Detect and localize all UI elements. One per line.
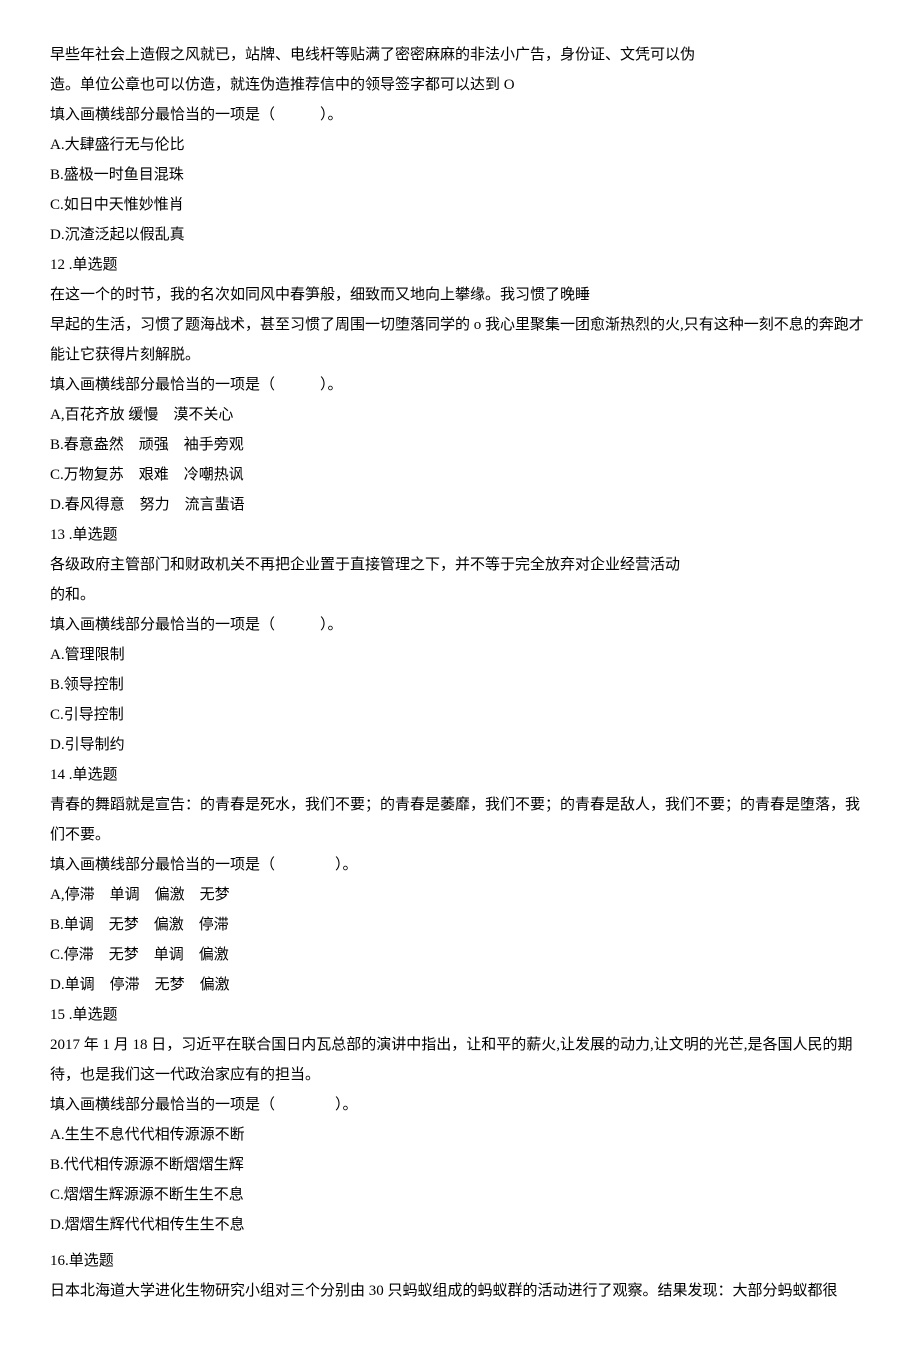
text-line: 的和。 [50, 580, 870, 610]
text-line: D.熠熠生辉代代相传生生不息 [50, 1210, 870, 1240]
text-line: C.万物复苏 艰难 冷嘲热讽 [50, 460, 870, 490]
text-line: 13 .单选题 [50, 520, 870, 550]
document-content: 早些年社会上造假之风就已，站牌、电线杆等贴满了密密麻麻的非法小广告，身份证、文凭… [50, 40, 870, 1306]
text-line: A,停滞 单调 偏激 无梦 [50, 880, 870, 910]
text-line: C.如日中天惟妙惟肖 [50, 190, 870, 220]
text-line: 在这一个的时节，我的名次如同风中春笋般，细致而又地向上攀缘。我习惯了晚睡 [50, 280, 870, 310]
text-line: 填入画横线部分最恰当的一项是（ ）。 [50, 610, 870, 640]
text-line: 填入画横线部分最恰当的一项是（ ）。 [50, 1090, 870, 1120]
text-line: D.春风得意 努力 流言蜚语 [50, 490, 870, 520]
text-line: 填入画横线部分最恰当的一项是（ ）。 [50, 100, 870, 130]
text-line: 早起的生活，习惯了题海战术，甚至习惯了周围一切堕落同学的 o 我心里聚集一团愈渐… [50, 310, 870, 370]
text-line: A.大肆盛行无与伦比 [50, 130, 870, 160]
text-line: D.沉渣泛起以假乱真 [50, 220, 870, 250]
text-line: 12 .单选题 [50, 250, 870, 280]
text-line: 15 .单选题 [50, 1000, 870, 1030]
text-line: 早些年社会上造假之风就已，站牌、电线杆等贴满了密密麻麻的非法小广告，身份证、文凭… [50, 40, 870, 70]
text-line: C.熠熠生辉源源不断生生不息 [50, 1180, 870, 1210]
text-line: 日本北海道大学进化生物研究小组对三个分别由 30 只蚂蚁组成的蚂蚁群的活动进行了… [50, 1276, 870, 1306]
text-line: 14 .单选题 [50, 760, 870, 790]
text-line: B.春意盎然 顽强 袖手旁观 [50, 430, 870, 460]
text-line: 2017 年 1 月 18 日，习近平在联合国日内瓦总部的演讲中指出，让和平的薪… [50, 1030, 870, 1090]
text-line: B.领导控制 [50, 670, 870, 700]
text-line: 各级政府主管部门和财政机关不再把企业置于直接管理之下，并不等于完全放弃对企业经营… [50, 550, 870, 580]
text-line: B.单调 无梦 偏激 停滞 [50, 910, 870, 940]
text-line: D.单调 停滞 无梦 偏激 [50, 970, 870, 1000]
text-line: B.代代相传源源不断熠熠生辉 [50, 1150, 870, 1180]
text-line: 造。单位公章也可以仿造，就连伪造推荐信中的领导签字都可以达到 O [50, 70, 870, 100]
text-line: B.盛极一时鱼目混珠 [50, 160, 870, 190]
text-line: A,百花齐放 缓慢 漠不关心 [50, 400, 870, 430]
text-line: 填入画横线部分最恰当的一项是（ ）。 [50, 370, 870, 400]
text-line: 16.单选题 [50, 1246, 870, 1276]
text-line: C.停滞 无梦 单调 偏激 [50, 940, 870, 970]
text-line: A.管理限制 [50, 640, 870, 670]
text-line: 青春的舞蹈就是宣告：的青春是死水，我们不要；的青春是萎靡，我们不要；的青春是敌人… [50, 790, 870, 850]
text-line: C.引导控制 [50, 700, 870, 730]
text-line: 填入画横线部分最恰当的一项是（ ）。 [50, 850, 870, 880]
text-line: D.引导制约 [50, 730, 870, 760]
text-line: A.生生不息代代相传源源不断 [50, 1120, 870, 1150]
